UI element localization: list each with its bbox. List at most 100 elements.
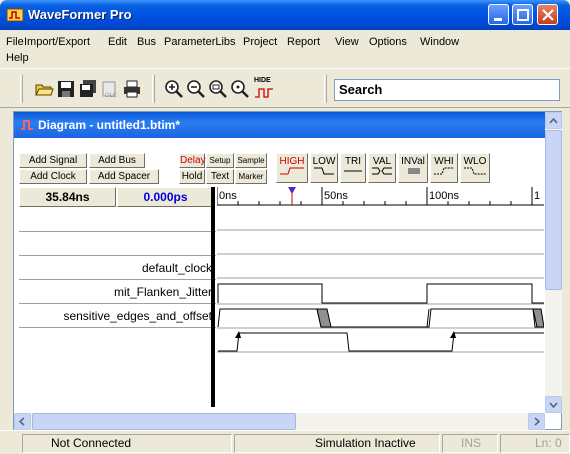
open-folder-icon[interactable] bbox=[34, 79, 54, 99]
menu-help[interactable]: Help bbox=[6, 52, 29, 64]
diagram-title: Diagram - untitled1.btim* bbox=[38, 118, 181, 132]
weak-high-icon bbox=[434, 167, 454, 175]
signal-row[interactable] bbox=[19, 232, 216, 256]
delta-time-display[interactable]: 0.000ps bbox=[117, 187, 214, 207]
waveform-icon bbox=[255, 88, 273, 98]
svg-text:OLE: OLE bbox=[105, 93, 117, 99]
text-button[interactable]: Text bbox=[206, 169, 234, 184]
add-bus-button[interactable]: Add Bus bbox=[89, 153, 145, 168]
signal-row[interactable] bbox=[19, 208, 216, 232]
marker-button[interactable]: Marker bbox=[235, 169, 267, 184]
invalid-state-button[interactable]: INVal bbox=[398, 153, 428, 183]
vertical-scrollbar[interactable] bbox=[545, 112, 562, 413]
minimize-icon bbox=[494, 18, 502, 21]
add-spacer-button[interactable]: Add Spacer bbox=[89, 169, 159, 184]
print-icon[interactable] bbox=[122, 79, 142, 99]
hide-waveform-button[interactable]: HIDE bbox=[252, 77, 276, 101]
minimize-button[interactable] bbox=[488, 4, 509, 25]
high-state-button[interactable]: HIGH bbox=[276, 153, 308, 183]
horizontal-scroll-thumb[interactable] bbox=[32, 413, 296, 430]
tri-state-icon bbox=[344, 170, 362, 172]
ruler-label-50: 50ns bbox=[324, 190, 348, 202]
signal-name-pane: default_clock mit_Flanken_Jitter sensiti… bbox=[19, 208, 216, 403]
chevron-down-icon bbox=[549, 402, 558, 409]
search-input[interactable]: Search bbox=[334, 79, 560, 101]
signal-row-sensitive-edges[interactable]: sensitive_edges_and_offset bbox=[19, 304, 216, 328]
toolbar-separator bbox=[152, 75, 155, 103]
valid-state-icon bbox=[372, 167, 392, 175]
save-all-icon[interactable] bbox=[78, 79, 98, 99]
diagram-window: Diagram - untitled1.btim* Add Signal Add… bbox=[13, 111, 562, 430]
app-icon bbox=[6, 8, 24, 22]
ruler-label-0: 0ns bbox=[219, 190, 237, 202]
maximize-icon bbox=[517, 9, 529, 21]
weak-high-button[interactable]: WHI bbox=[430, 153, 458, 183]
diagram-icon bbox=[21, 120, 33, 130]
menu-file[interactable]: File bbox=[6, 36, 24, 48]
zoom-in-icon[interactable] bbox=[164, 79, 184, 99]
waveform-mit-flanken-jitter bbox=[217, 308, 544, 328]
ole-icon[interactable]: OLE bbox=[100, 79, 120, 99]
menu-edit[interactable]: Edit bbox=[108, 36, 127, 48]
vertical-scroll-thumb[interactable] bbox=[545, 130, 562, 290]
ruler-label-150: 1 bbox=[534, 190, 540, 202]
time-ruler: 0ns 50ns 100ns 1 bbox=[217, 187, 544, 206]
menu-report[interactable]: Report bbox=[287, 36, 320, 48]
scroll-down-button[interactable] bbox=[545, 396, 562, 413]
zoom-fit-icon[interactable] bbox=[208, 79, 228, 99]
simulation-status: Simulation Inactive bbox=[234, 434, 440, 453]
weak-low-button[interactable]: WLO bbox=[460, 153, 490, 183]
setup-button[interactable]: Setup bbox=[206, 153, 234, 168]
menu-project[interactable]: Project bbox=[243, 36, 277, 48]
weak-low-icon bbox=[464, 167, 486, 175]
zoom-out-icon[interactable] bbox=[186, 79, 206, 99]
low-state-icon bbox=[314, 167, 334, 175]
scroll-left-button[interactable] bbox=[14, 413, 31, 430]
pane-splitter[interactable] bbox=[211, 187, 215, 407]
menu-options[interactable]: Options bbox=[369, 36, 407, 48]
ruler-label-100: 100ns bbox=[429, 190, 459, 202]
close-icon bbox=[542, 9, 554, 21]
chevron-up-icon bbox=[549, 117, 558, 124]
add-clock-button[interactable]: Add Clock bbox=[19, 169, 87, 184]
line-number: Ln: 0 bbox=[500, 434, 570, 453]
waveform-pane[interactable]: 0ns 50ns 100ns 1 bbox=[217, 187, 544, 405]
toolbar-separator-2 bbox=[324, 75, 327, 103]
insert-mode: INS bbox=[442, 434, 498, 453]
menu-view[interactable]: View bbox=[335, 36, 359, 48]
tri-state-button[interactable]: TRI bbox=[340, 153, 366, 183]
delay-button[interactable]: Delay bbox=[179, 153, 206, 168]
close-button[interactable] bbox=[537, 4, 558, 25]
chevron-left-icon bbox=[18, 417, 25, 426]
window-title: WaveFormer Pro bbox=[28, 7, 132, 22]
menu-window[interactable]: Window bbox=[420, 36, 459, 48]
scroll-up-button[interactable] bbox=[545, 112, 562, 129]
menu-import-export[interactable]: Import/Export bbox=[24, 36, 90, 48]
save-icon[interactable] bbox=[56, 79, 76, 99]
connection-status: Not Connected bbox=[22, 434, 232, 453]
waveform-default-clock bbox=[217, 283, 544, 304]
diagram-title-bar: Diagram - untitled1.btim* bbox=[14, 112, 545, 138]
zoom-range-icon[interactable] bbox=[230, 79, 250, 99]
horizontal-scrollbar[interactable] bbox=[14, 413, 545, 430]
scroll-right-button[interactable] bbox=[528, 413, 545, 430]
chevron-right-icon bbox=[534, 417, 541, 426]
signal-row-default-clock[interactable]: default_clock bbox=[19, 256, 216, 280]
sample-button[interactable]: Sample bbox=[235, 153, 267, 168]
menu-bar: File Import/Export Edit Bus ParameterLib… bbox=[0, 30, 570, 68]
add-signal-button[interactable]: Add Signal bbox=[19, 153, 87, 168]
valid-state-button[interactable]: VAL bbox=[368, 153, 396, 183]
high-state-icon bbox=[280, 167, 304, 175]
menu-parameterlibs[interactable]: ParameterLibs bbox=[164, 36, 236, 48]
status-bar: Not Connected Simulation Inactive INS Ln… bbox=[0, 430, 570, 454]
hold-button[interactable]: Hold bbox=[179, 169, 205, 184]
menu-bus[interactable]: Bus bbox=[137, 36, 156, 48]
invalid-state-icon bbox=[408, 168, 420, 174]
signal-row-mit-flanken-jitter[interactable]: mit_Flanken_Jitter bbox=[19, 280, 216, 304]
toolbar: OLE HIDE Search bbox=[0, 68, 570, 108]
toolbar-grip bbox=[20, 75, 23, 103]
title-bar: WaveFormer Pro bbox=[0, 0, 570, 30]
low-state-button[interactable]: LOW bbox=[310, 153, 338, 183]
cursor-time-display[interactable]: 35.84ns bbox=[19, 187, 116, 207]
maximize-button[interactable] bbox=[512, 4, 533, 25]
